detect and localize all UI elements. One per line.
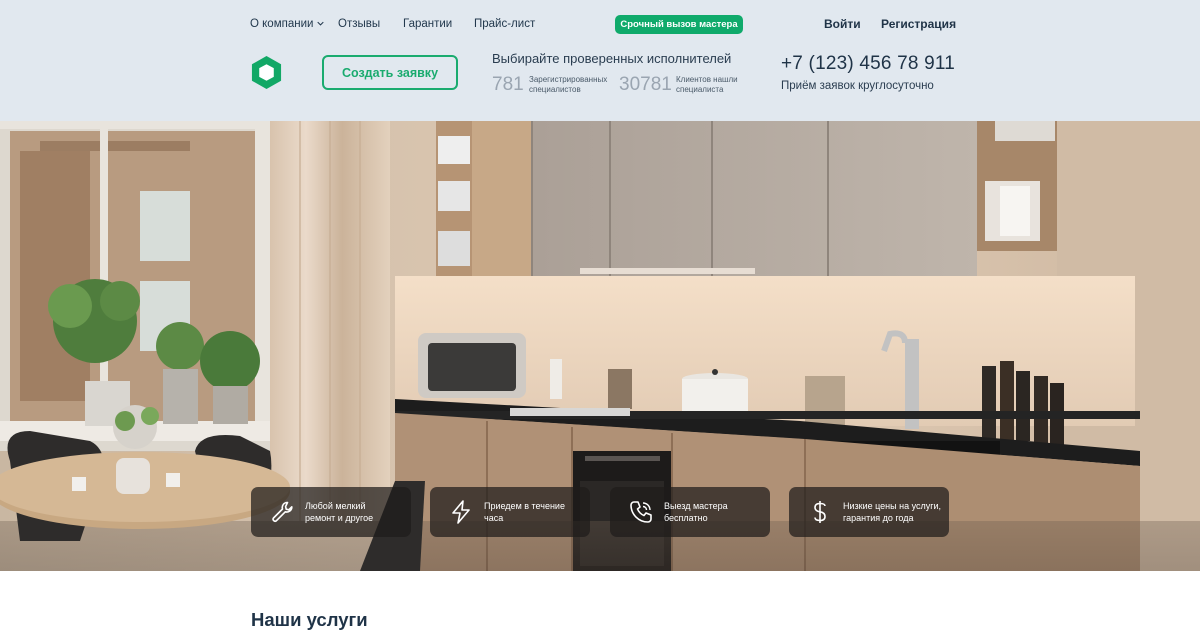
stat-specialists-value: 781 — [492, 74, 524, 95]
nav-pricelist-label: Прайс-лист — [474, 18, 536, 30]
phone-icon — [630, 501, 652, 523]
stat-clients-caption-line1: Клиентов нашли — [676, 75, 738, 84]
feature-free-visit-line1: Выезд мастера — [664, 501, 728, 511]
stat-clients-value: 30781 — [619, 74, 672, 95]
nav-reviews[interactable]: Отзывы — [338, 18, 380, 30]
phone-caption: Приём заявок круглосуточно — [781, 80, 934, 92]
feature-card-free-visit[interactable]: Выезд мастера бесплатно — [610, 487, 770, 537]
logo-icon[interactable] — [250, 55, 283, 90]
site-header: О компании Отзывы Гарантии Прайс-лист Ср… — [0, 0, 1200, 121]
feature-free-visit-line2: бесплатно — [664, 513, 708, 523]
chevron-down-icon — [317, 21, 325, 26]
kitchen-illustration — [0, 121, 1200, 571]
feature-arrival-line2: часа — [484, 513, 504, 523]
nav-guarantees-label: Гарантии — [403, 18, 453, 30]
login-link[interactable]: Войти — [824, 17, 861, 31]
hero-banner — [0, 121, 1200, 571]
stat-specialists-caption-line1: Зарегистрированных — [529, 75, 608, 84]
stat-specialists-caption: Зарегистрированных специалистов — [529, 75, 607, 95]
stat-clients-caption-line2: специалиста — [676, 85, 724, 94]
urgent-call-button[interactable]: Срочный вызов мастера — [615, 15, 743, 34]
promo-title: Выбирайте проверенных исполнителей — [492, 51, 732, 66]
feature-card-arrival[interactable]: Приедем в течение часа — [430, 487, 590, 537]
wrench-icon — [272, 501, 293, 522]
feature-low-prices-line1: Низкие цены на услуги, — [843, 501, 942, 511]
feature-low-prices-text: Низкие цены на услуги, гарантия до года — [843, 500, 941, 524]
feature-repair-line1: Любой мелкий — [305, 501, 366, 511]
dollar-icon — [814, 501, 826, 523]
feature-card-repair[interactable]: Любой мелкий ремонт и другое — [251, 487, 411, 537]
feature-repair-text: Любой мелкий ремонт и другое — [305, 500, 373, 524]
create-request-button[interactable]: Создать заявку — [322, 55, 458, 90]
nav-guarantees[interactable]: Гарантии — [403, 18, 452, 30]
nav-about[interactable]: О компании — [250, 18, 325, 30]
feature-arrival-line1: Приедем в течение — [484, 501, 565, 511]
feature-arrival-text: Приедем в течение часа — [484, 500, 565, 524]
lightning-icon — [452, 500, 470, 524]
stat-clients-caption: Клиентов нашли специалиста — [676, 75, 738, 95]
phone-number[interactable]: +7 (123) 456 78 911 — [781, 53, 955, 75]
nav-pricelist[interactable]: Прайс-лист — [474, 18, 535, 30]
nav-reviews-label: Отзывы — [338, 18, 381, 30]
register-link[interactable]: Регистрация — [881, 17, 956, 31]
services-section-title: Наши услуги — [251, 609, 368, 630]
nav-about-label: О компании — [250, 18, 314, 30]
feature-repair-line2: ремонт и другое — [305, 513, 374, 523]
feature-low-prices-line2: гарантия до года — [843, 513, 914, 523]
feature-free-visit-text: Выезд мастера бесплатно — [664, 500, 728, 524]
stat-specialists-caption-line2: специалистов — [529, 85, 581, 94]
feature-card-low-prices[interactable]: Низкие цены на услуги, гарантия до года — [789, 487, 949, 537]
